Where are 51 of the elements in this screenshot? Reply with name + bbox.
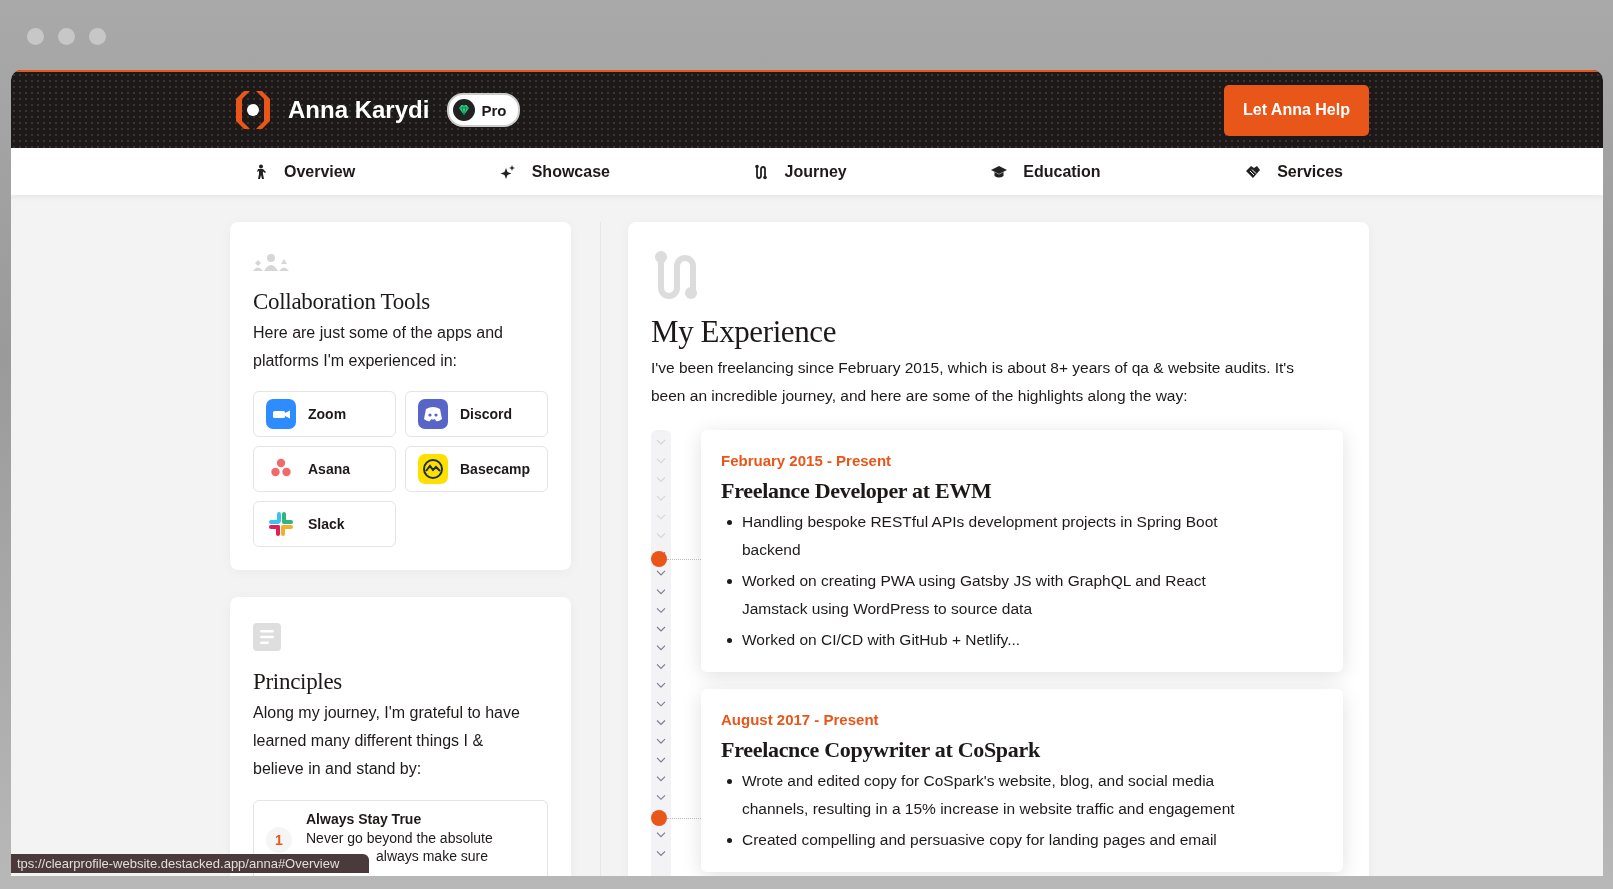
job-dates: February 2015 - Present xyxy=(721,452,892,469)
job-bullet: Handling bespoke RESTful APIs development projects in Spring Boot backend xyxy=(742,512,1219,560)
pro-badge: Pro xyxy=(447,93,521,127)
help-button[interactable]: Let Anna Help xyxy=(1224,84,1369,136)
job-dates: August 2017 - Present xyxy=(721,711,879,728)
bullet-icon xyxy=(727,520,732,525)
section-title: My Experience xyxy=(651,314,838,350)
card-title: Principles xyxy=(253,669,343,695)
bullet-icon xyxy=(727,579,732,584)
section-description: I've been freelancing since February 2015, which is about 8+ years of qa & website audits. It's been an incredible journey, and here are some of the highlights along the way: xyxy=(651,358,1296,406)
game-controller-icon xyxy=(418,399,448,429)
principle-title: Always Stay True xyxy=(306,810,423,829)
job-bullet: Created compelling and persuasive copy for landing pages and email xyxy=(742,830,1218,850)
window-control-icon[interactable] xyxy=(58,28,75,45)
video-app-icon xyxy=(266,399,296,429)
tool-name: Zoom xyxy=(308,406,347,422)
principle-text: Never go beyond the absolute xyxy=(306,829,493,847)
nav-link[interactable]: Overview xyxy=(254,162,356,181)
card-description: Here are just some of the apps and platforms I'm experienced in: xyxy=(253,323,504,371)
tool-name: Slack xyxy=(308,516,345,532)
graduation-cap-icon xyxy=(991,164,1008,179)
brand-name: Anna Karydi xyxy=(288,96,430,124)
job-bullet: Worked on creating PWA using Gatsby JS with GraphQL and React Jamstack using WordPress to source data xyxy=(742,571,1207,619)
window-control-icon[interactable] xyxy=(89,28,106,45)
status-url: tps://clearprofile-website.destacked.app/anna#Overview xyxy=(11,854,369,873)
bullet-icon xyxy=(727,779,732,784)
job-title: Freelacnce Copywriter at CoSpark xyxy=(721,737,1042,763)
bullet-icon xyxy=(727,638,732,643)
bullet-icon xyxy=(727,838,732,843)
gem-icon xyxy=(453,99,476,121)
hash-grid-icon xyxy=(266,509,296,539)
people-icon xyxy=(253,253,289,271)
person-icon xyxy=(254,163,268,180)
job-bullet: Worked on CI/CD with GitHub + Netlify... xyxy=(742,630,1022,650)
nav-link[interactable]: Journey xyxy=(754,162,847,181)
tool-name: Basecamp xyxy=(460,461,531,477)
job-title: Freelance Developer at EWM xyxy=(721,478,993,504)
card-title: Collaboration Tools xyxy=(253,289,431,315)
nav-link[interactable]: Services xyxy=(1245,162,1343,181)
sparkle-icon xyxy=(499,163,516,180)
smile-badge-icon xyxy=(418,454,448,484)
tool-name: Discord xyxy=(460,406,513,422)
document-icon xyxy=(253,623,281,651)
nav-link[interactable]: Education xyxy=(991,162,1101,181)
nav-link[interactable]: Showcase xyxy=(499,162,610,181)
number-badge: 1 xyxy=(266,827,292,853)
card-description: Along my journey, I'm grateful to have learned many different things I & believe in and stand by: xyxy=(253,703,521,779)
route-icon xyxy=(754,163,769,180)
tool-name: Asana xyxy=(308,461,351,477)
window-control-icon[interactable] xyxy=(27,28,44,45)
job-bullet: Wrote and edited copy for CoSpark's website, blog, and social media channels, resulting in a 15% increase in website traffic and engagement xyxy=(742,771,1236,819)
